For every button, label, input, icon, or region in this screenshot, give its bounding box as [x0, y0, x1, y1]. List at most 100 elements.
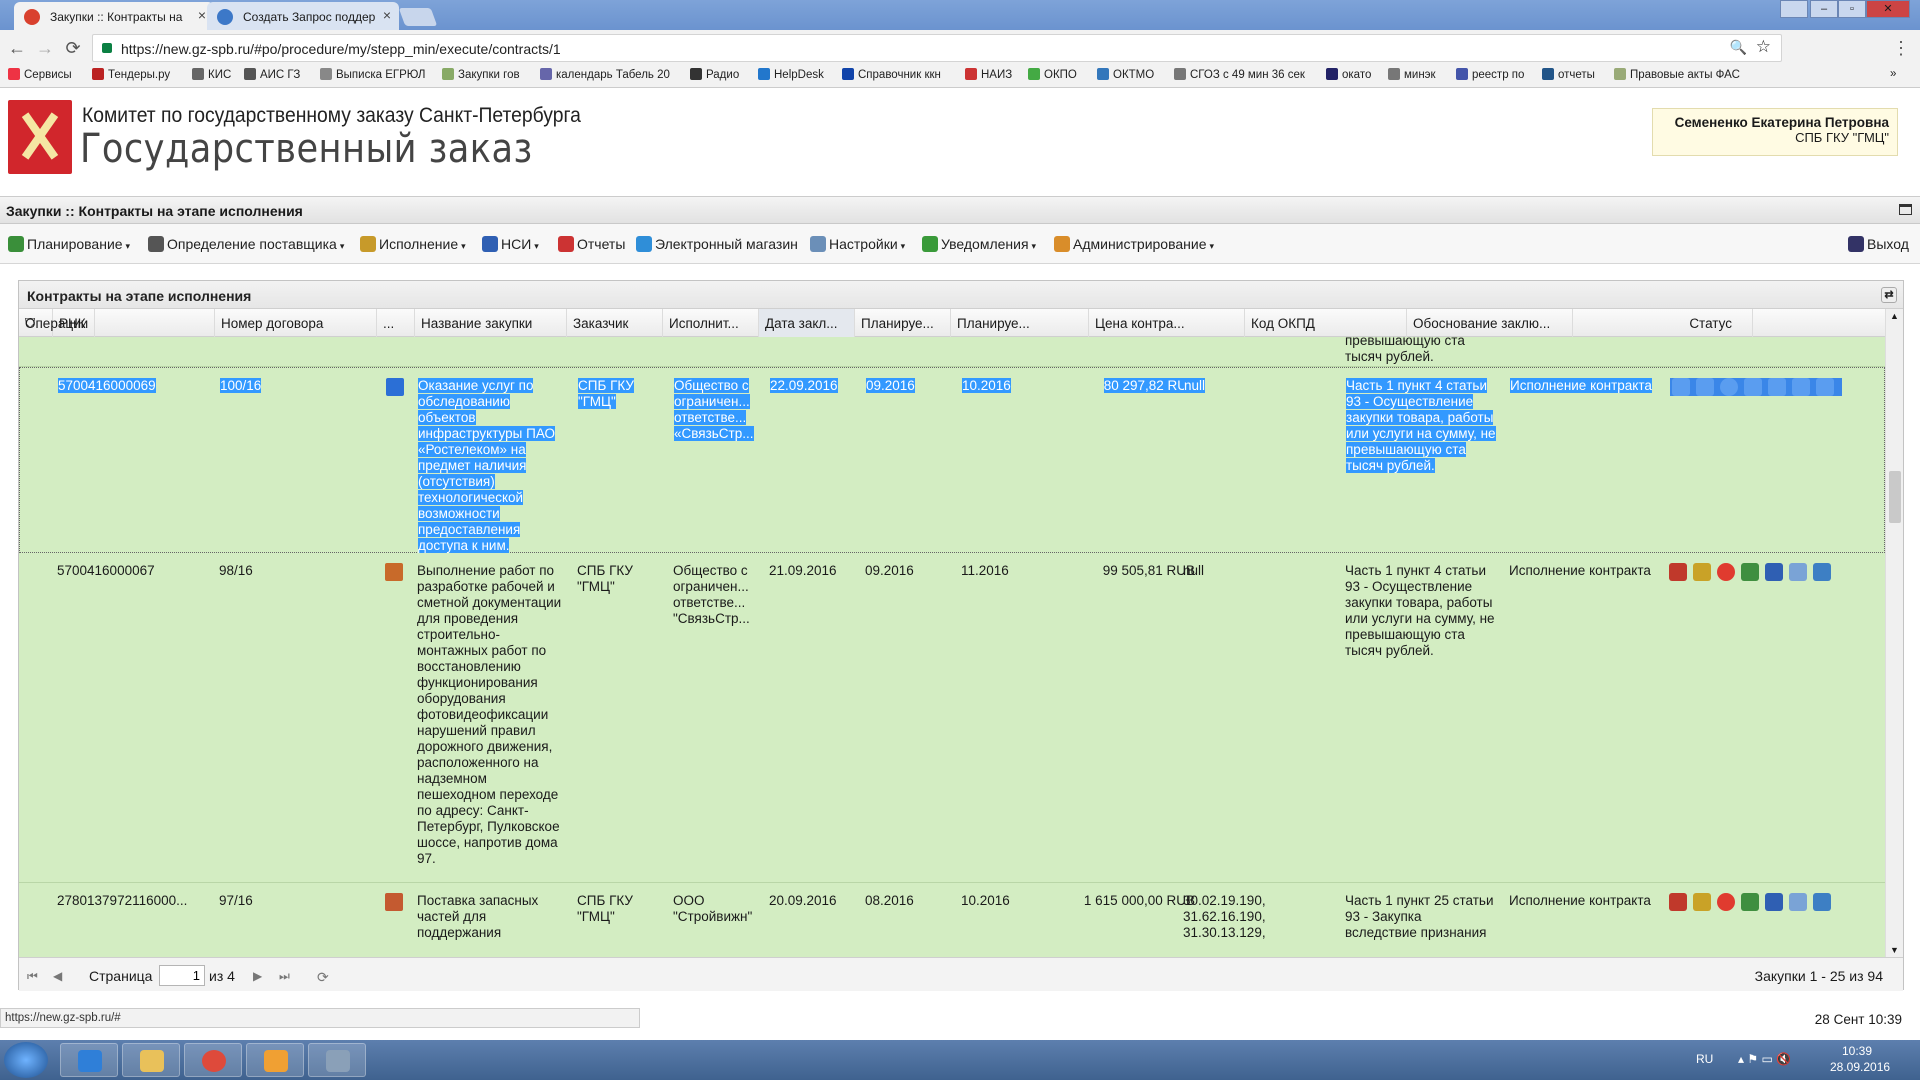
bookmark-item[interactable]: ОКТМО: [1097, 68, 1154, 81]
clock-time[interactable]: 10:39: [1842, 1044, 1872, 1058]
menu-item[interactable]: НСИ ▾: [482, 236, 539, 252]
bookmark-item[interactable]: Радио: [690, 68, 739, 81]
explorer-taskbar-icon[interactable]: [122, 1043, 180, 1077]
language-indicator[interactable]: RU: [1696, 1052, 1713, 1066]
procedure-type-icon[interactable]: [386, 378, 404, 396]
bookmark-item[interactable]: Тендеры.ру: [92, 68, 170, 81]
operation-icon[interactable]: [1717, 893, 1735, 911]
menu-item[interactable]: Администрирование ▾: [1054, 236, 1214, 252]
url-input[interactable]: https://new.gz-spb.ru/#po/procedure/my/s…: [92, 34, 1782, 62]
menu-item[interactable]: Настройки ▾: [810, 236, 905, 252]
star-icon[interactable]: ☆: [1756, 37, 1771, 57]
scroll-up-icon[interactable]: ▲: [1890, 311, 1899, 321]
table-row[interactable]: 2780137972116000... 97/16 Поставка запасны…: [19, 883, 1885, 957]
menu-item[interactable]: Определение поставщика ▾: [148, 236, 344, 252]
new-tab-button[interactable]: [398, 8, 438, 26]
table-row[interactable]: 5700416000067 98/16 Выполнение работ по ра…: [19, 553, 1885, 883]
bookmarks-more-button[interactable]: »: [1890, 68, 1896, 80]
menu-icon: [148, 236, 164, 252]
bookmark-item[interactable]: АИС ГЗ: [244, 68, 300, 81]
bookmark-item[interactable]: СГОЗ с 49 мин 36 сек: [1174, 68, 1305, 81]
menu-item[interactable]: Отчеты: [558, 236, 625, 252]
bookmark-item[interactable]: Сервисы: [8, 68, 72, 81]
vertical-scrollbar[interactable]: ▲ ▼: [1885, 309, 1903, 957]
operation-icon[interactable]: [1693, 893, 1711, 911]
user-icon[interactable]: [1780, 0, 1808, 18]
spb-coat-of-arms-logo[interactable]: [8, 100, 72, 174]
scroll-down-icon[interactable]: ▼: [1890, 945, 1899, 955]
operation-icon[interactable]: [1741, 893, 1759, 911]
maximize-icon[interactable]: [1899, 204, 1912, 215]
last-page-icon[interactable]: ⏭: [279, 969, 293, 983]
operation-icon[interactable]: [1744, 378, 1762, 396]
refresh-icon[interactable]: ⇄: [1881, 287, 1897, 303]
tray-icons[interactable]: ▴ ⚑ ▭ 🔇: [1738, 1052, 1791, 1066]
menu-item[interactable]: Электронный магазин: [636, 236, 798, 252]
user-info: Семененко Екатерина Петровна СПБ ГКУ "ГМЦ…: [1652, 108, 1898, 156]
bookmark-item[interactable]: Закупки гов: [442, 68, 520, 81]
next-page-icon[interactable]: ▶: [253, 969, 267, 983]
operation-icon[interactable]: [1813, 893, 1831, 911]
prev-page-icon[interactable]: ◀: [53, 969, 67, 983]
operation-icon[interactable]: [1717, 563, 1735, 581]
operation-icon[interactable]: [1669, 563, 1687, 581]
operation-icon[interactable]: [1816, 378, 1834, 396]
operation-icon[interactable]: [1789, 893, 1807, 911]
start-button[interactable]: [4, 1042, 48, 1078]
operation-icon[interactable]: [1765, 893, 1783, 911]
tab-contracts[interactable]: Закупки :: Контракты на ×: [14, 2, 214, 30]
first-page-icon[interactable]: ⏮: [27, 969, 41, 983]
procedure-type-icon[interactable]: [385, 563, 403, 581]
close-icon[interactable]: ×: [383, 7, 391, 23]
bookmark-item[interactable]: Выписка ЕГРЮЛ: [320, 68, 425, 81]
close-icon[interactable]: ×: [198, 7, 206, 23]
forward-icon[interactable]: →: [34, 38, 56, 59]
bookmark-item[interactable]: реестр по: [1456, 68, 1524, 81]
window-close-button[interactable]: ✕: [1866, 0, 1910, 18]
procedure-type-icon[interactable]: [385, 893, 403, 911]
bookmark-item[interactable]: ОКПО: [1028, 68, 1077, 81]
operation-icon[interactable]: [1792, 378, 1810, 396]
bookmark-item[interactable]: Справочник ккн: [842, 68, 941, 81]
chrome-taskbar-icon[interactable]: [184, 1043, 242, 1077]
operation-icon[interactable]: [1741, 563, 1759, 581]
maximize-button[interactable]: ▫: [1838, 0, 1866, 18]
operation-icon[interactable]: [1696, 378, 1714, 396]
outlook-taskbar-icon[interactable]: [246, 1043, 304, 1077]
operation-icon[interactable]: [1789, 563, 1807, 581]
operation-icon[interactable]: [1672, 378, 1690, 396]
operation-icon[interactable]: [1813, 563, 1831, 581]
operation-icon[interactable]: [1765, 563, 1783, 581]
bookmark-item[interactable]: HelpDesk: [758, 68, 824, 81]
tab-support-request[interactable]: Создать Запрос поддер ×: [207, 2, 399, 30]
menu-item[interactable]: Исполнение ▾: [360, 236, 466, 252]
back-icon[interactable]: ←: [6, 38, 28, 59]
chevron-down-icon: ▾: [900, 241, 906, 251]
operation-icon[interactable]: [1720, 378, 1738, 396]
browser-menu-icon[interactable]: ⋮: [1890, 38, 1912, 59]
ie-taskbar-icon[interactable]: [60, 1043, 118, 1077]
operation-icon[interactable]: [1669, 893, 1687, 911]
operation-icon[interactable]: [1693, 563, 1711, 581]
reload-icon[interactable]: ⟳: [62, 38, 84, 59]
bookmark-item[interactable]: КИС: [192, 68, 231, 81]
page-input[interactable]: [159, 965, 205, 986]
bookmark-item[interactable]: минэк: [1388, 68, 1436, 81]
menu-item[interactable]: Уведомления ▾: [922, 236, 1036, 252]
bookmark-item[interactable]: Правовые акты ФАС: [1614, 68, 1740, 81]
reload-grid-icon[interactable]: ⟳: [317, 969, 331, 985]
table-row[interactable]: 5700416000069 100/16 Оказание услуг по обс…: [19, 367, 1885, 553]
clock-date[interactable]: 28.09.2016: [1830, 1060, 1890, 1074]
bookmark-item[interactable]: отчеты: [1542, 68, 1595, 81]
operation-icon[interactable]: [1768, 378, 1786, 396]
zoom-icon[interactable]: 🔍: [1730, 39, 1747, 56]
app-taskbar-icon[interactable]: [308, 1043, 366, 1077]
table-row[interactable]: превышающую ста тысяч рублей.: [19, 333, 1885, 367]
minimize-button[interactable]: –: [1810, 0, 1838, 18]
menu-item[interactable]: Планирование ▾: [8, 236, 130, 252]
bookmark-item[interactable]: окато: [1326, 68, 1371, 81]
menu-item[interactable]: Выход: [1848, 236, 1909, 252]
bookmark-item[interactable]: НАИЗ: [965, 68, 1012, 81]
bookmark-item[interactable]: календарь Табель 20: [540, 68, 670, 81]
scroll-thumb[interactable]: [1889, 471, 1901, 523]
